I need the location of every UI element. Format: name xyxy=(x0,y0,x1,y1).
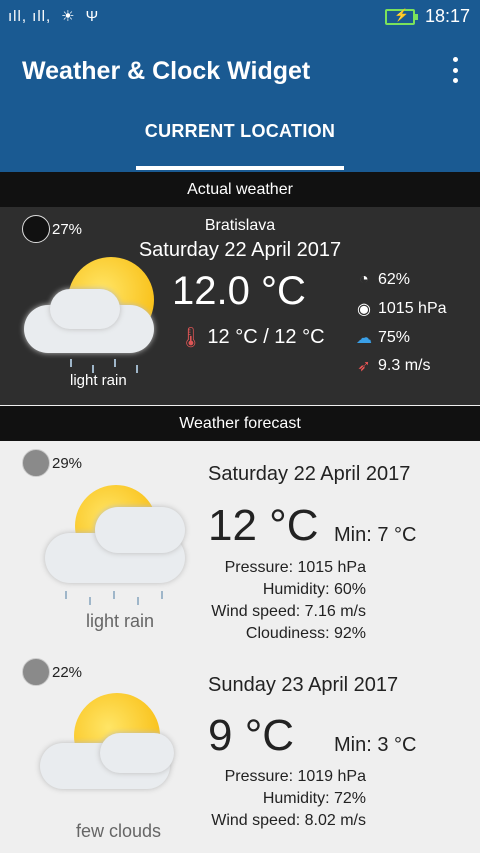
signal-icon: ıll, ıll, xyxy=(8,7,52,25)
tab-indicator xyxy=(136,166,344,170)
min-max-temperature: 🌡 12 °C / 12 °C xyxy=(178,325,325,350)
cloudiness-value: 75% xyxy=(378,329,411,346)
pressure-label: Pressure: xyxy=(224,559,294,576)
humidity-label: Humidity: xyxy=(262,790,330,807)
humidity-value: 62% xyxy=(378,271,411,288)
city-name: Bratislava xyxy=(204,217,276,234)
condition-label: light rain xyxy=(70,372,127,389)
wind-stat: ➶ 9.3 m/s xyxy=(354,356,430,376)
current-temperature: 12.0 °C xyxy=(172,269,306,313)
current-date: Saturday 22 April 2017 xyxy=(138,239,342,261)
forecast-min-temperature: Min: 3 °C xyxy=(334,734,417,756)
moon-phase-icon xyxy=(22,658,50,686)
tab-label: CURRENT LOCATION xyxy=(144,121,336,141)
battery-icon: ⚡ xyxy=(384,8,418,25)
actual-weather-header: Actual weather xyxy=(0,172,480,207)
cloud-icon: ☁ xyxy=(356,330,372,347)
few-clouds-weather-icon xyxy=(40,689,190,809)
windsock-icon: ➶ xyxy=(357,358,371,375)
wind-label: Wind speed: xyxy=(211,812,301,829)
barometer-icon: ◉ xyxy=(357,301,371,318)
tab-current-location[interactable]: CURRENT LOCATION xyxy=(136,121,344,170)
forecast-header: Weather forecast xyxy=(0,406,480,441)
forecast-min-temperature: Min: 7 °C xyxy=(334,524,417,546)
forecast-condition: light rain xyxy=(86,611,155,631)
pressure-label: Pressure: xyxy=(224,768,294,785)
forecast-pressure-row: Pressure: 1019 hPa xyxy=(225,768,366,786)
usb-icon: Ψ xyxy=(85,7,100,25)
humidity-stat: ◔ 62% xyxy=(354,271,410,289)
moon-percentage: 29% xyxy=(52,455,83,472)
forecast-list[interactable]: 29% light rain Saturday 22 April 2017 12… xyxy=(0,441,480,853)
pressure-value: 1019 hPa xyxy=(297,768,366,785)
wind-value: 7.16 m/s xyxy=(304,603,366,620)
rain-weather-icon xyxy=(45,481,195,605)
forecast-wind-row: Wind speed: 8.02 m/s xyxy=(211,812,366,830)
cloudiness-stat: ☁ 75% xyxy=(354,328,410,348)
forecast-humidity-row: Humidity: 60% xyxy=(263,581,366,599)
forecast-wind-row: Wind speed: 7.16 m/s xyxy=(211,603,366,621)
min-max-value: 12 °C / 12 °C xyxy=(207,326,325,348)
forecast-date: Saturday 22 April 2017 xyxy=(208,463,411,485)
brightness-icon: ☀ xyxy=(61,8,76,25)
rain-weather-icon xyxy=(20,247,170,373)
humidity-value: 72% xyxy=(333,790,366,807)
moon-percentage: 22% xyxy=(52,664,83,681)
cloudiness-label: Cloudiness: xyxy=(245,625,330,642)
wind-value: 9.3 m/s xyxy=(378,357,431,374)
forecast-temperature: 12 °C xyxy=(208,501,319,550)
overflow-menu-icon[interactable] xyxy=(450,57,460,83)
humidity-gauge-icon: ◔ xyxy=(359,271,369,288)
thermometer-icon: 🌡 xyxy=(178,327,204,349)
app-bar: Weather & Clock Widget CURRENT LOCATION xyxy=(0,35,480,172)
wind-label: Wind speed: xyxy=(211,603,301,620)
status-bar: ıll, ıll, ☀ Ψ ⚡ 18:17 xyxy=(0,0,480,35)
forecast-temperature: 9 °C xyxy=(208,711,295,760)
humidity-value: 60% xyxy=(333,581,366,598)
actual-weather-panel[interactable]: 27% light rain Bratislava Saturday 22 Ap… xyxy=(0,207,480,405)
forecast-humidity-row: Humidity: 72% xyxy=(263,790,366,808)
wind-value: 8.02 m/s xyxy=(304,812,366,829)
forecast-date: Sunday 23 April 2017 xyxy=(208,674,399,696)
pressure-stat: ◉ 1015 hPa xyxy=(354,299,447,319)
moon-phase-icon xyxy=(22,449,50,477)
cloudiness-value: 92% xyxy=(333,625,366,642)
humidity-label: Humidity: xyxy=(262,581,330,598)
forecast-pressure-row: Pressure: 1015 hPa xyxy=(225,559,366,577)
forecast-condition: few clouds xyxy=(76,821,162,841)
pressure-value: 1015 hPa xyxy=(378,300,447,317)
clock-time: 18:17 xyxy=(424,6,470,26)
app-title: Weather & Clock Widget xyxy=(22,57,311,85)
forecast-cloudiness-row: Cloudiness: 92% xyxy=(246,625,366,643)
pressure-value: 1015 hPa xyxy=(297,559,366,576)
